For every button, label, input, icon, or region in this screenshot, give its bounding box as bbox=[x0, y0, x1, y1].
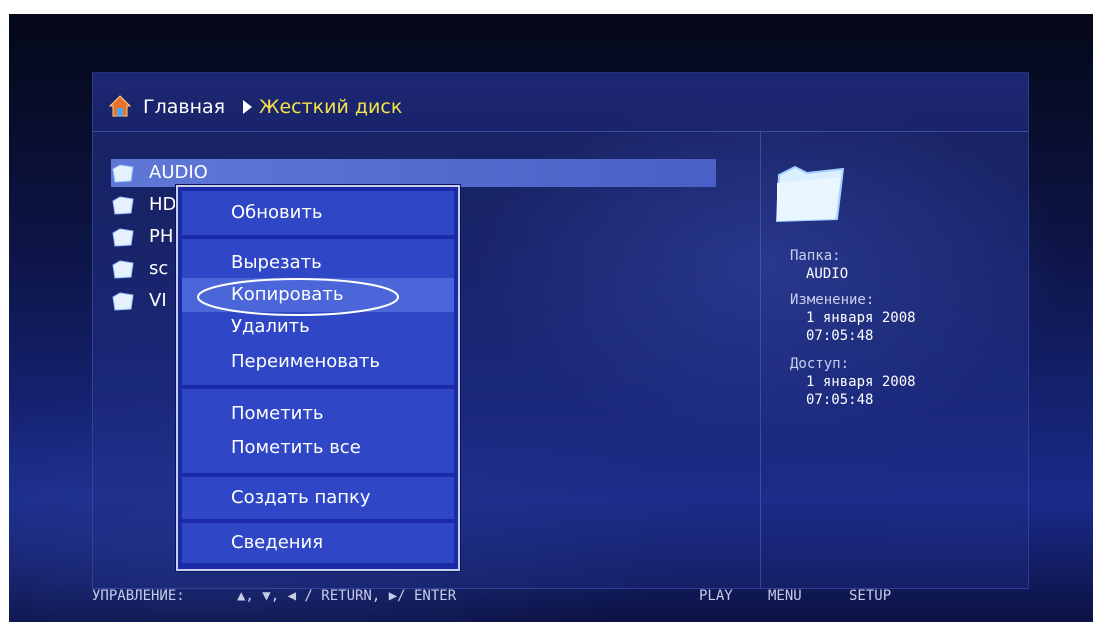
folder-icon bbox=[112, 196, 134, 215]
menu-label: Обновить bbox=[231, 202, 323, 223]
folder-icon bbox=[112, 292, 134, 311]
breadcrumb-home[interactable]: Главная bbox=[143, 95, 225, 119]
panel-divider bbox=[760, 131, 761, 588]
menu-label: Пометить все bbox=[231, 437, 361, 458]
info-access-label: Доступ: bbox=[790, 356, 850, 372]
folder-icon bbox=[112, 164, 134, 183]
info-access-time: 07:05:48 bbox=[806, 392, 874, 408]
menu-label: Удалить bbox=[231, 316, 310, 337]
context-menu: Обновить Вырезать Копировать Удалить Пер… bbox=[176, 185, 460, 571]
list-item-audio[interactable]: AUDIO bbox=[111, 159, 716, 187]
menu-item-mark[interactable]: Пометить bbox=[182, 397, 454, 431]
menu-group-refresh: Обновить bbox=[182, 191, 454, 235]
info-modified-label: Изменение: bbox=[790, 292, 875, 308]
menu-label: Переименовать bbox=[231, 351, 380, 372]
footer-controls-keys: ▲, ▼, ◀ / RETURN, ▶/ ENTER bbox=[237, 588, 457, 604]
info-folder-value: AUDIO bbox=[806, 266, 849, 282]
folder-icon bbox=[112, 228, 134, 247]
menu-label: Вырезать bbox=[231, 252, 322, 273]
large-folder-icon bbox=[775, 165, 845, 223]
footer-controls-label: УПРАВЛЕНИЕ: bbox=[92, 588, 185, 604]
file-label: HD bbox=[149, 194, 177, 215]
file-label: sc bbox=[149, 258, 169, 279]
menu-label: Пометить bbox=[231, 403, 324, 424]
menu-item-refresh[interactable]: Обновить bbox=[182, 196, 454, 230]
footer-setup-button[interactable]: SETUP bbox=[849, 587, 891, 605]
info-folder-label: Папка: bbox=[790, 248, 841, 264]
menu-item-info[interactable]: Сведения bbox=[182, 526, 454, 560]
breadcrumb: Главная Жесткий диск bbox=[93, 73, 1028, 132]
menu-item-mark-all[interactable]: Пометить все bbox=[182, 431, 454, 465]
folder-icon bbox=[112, 260, 134, 279]
info-modified-time: 07:05:48 bbox=[806, 328, 874, 344]
menu-item-create-folder[interactable]: Создать папку bbox=[182, 481, 454, 515]
media-player-screen: Главная Жесткий диск AUDIO HD PH sc VI П… bbox=[9, 14, 1093, 622]
menu-item-rename[interactable]: Переименовать bbox=[182, 345, 454, 379]
menu-group-create: Создать папку bbox=[182, 477, 454, 519]
info-access-date: 1 января 2008 bbox=[806, 374, 916, 390]
menu-group-info: Сведения bbox=[182, 523, 454, 563]
info-modified-date: 1 января 2008 bbox=[806, 310, 916, 326]
file-label: AUDIO bbox=[149, 162, 208, 183]
file-label: VI bbox=[149, 290, 167, 311]
menu-label: Создать папку bbox=[231, 487, 371, 508]
breadcrumb-current: Жесткий диск bbox=[259, 96, 403, 118]
breadcrumb-separator-icon bbox=[243, 100, 252, 114]
footer-menu-button[interactable]: MENU bbox=[768, 587, 802, 605]
footer-play-button[interactable]: PLAY bbox=[699, 587, 733, 605]
menu-group-mark: Пометить Пометить все bbox=[182, 389, 454, 473]
home-icon[interactable] bbox=[109, 95, 131, 117]
file-label: PH bbox=[149, 226, 174, 247]
menu-item-cut[interactable]: Вырезать bbox=[182, 246, 454, 280]
menu-label: Сведения bbox=[231, 532, 324, 553]
highlight-ellipse bbox=[197, 278, 399, 316]
